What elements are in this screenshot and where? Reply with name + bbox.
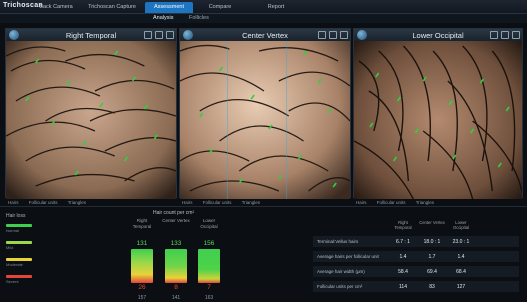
legend-item: Severe [6,275,52,292]
hair-loss-legend: Hair loss Normal Mild Moderate Severe [6,213,52,292]
stats-label: Follicular units per cm² [317,284,363,289]
subtab-follicles[interactable]: Follicles [189,15,209,21]
follicles-toggle[interactable]: Follicular units [377,200,406,205]
subtab-analysis[interactable]: Analysis [153,15,173,21]
trichoscopy-image[interactable] [6,41,176,199]
legend-text: Severe [6,279,19,284]
legend-text: Moderate [6,262,23,267]
tab-trichoscan-capture[interactable]: Trichoscan Capture [82,2,142,13]
stats-value: 6.7 : 1 [396,239,410,245]
terminal-count: 156 [203,240,215,247]
panel-header: Center Vertex [180,29,350,41]
legend-swatch [6,241,32,244]
hairs-toggle[interactable]: Hairs [356,200,367,205]
expand-icon[interactable] [340,31,348,39]
legend-swatch [6,275,32,278]
settings-icon[interactable] [155,31,163,39]
hairs-toggle[interactable]: Hairs [8,200,19,205]
stats-row: Average hairs per follicular unit 1.4 1.… [313,251,519,262]
column-header: Center Vertex [162,218,190,223]
follicles-toggle[interactable]: Follicular units [203,200,232,205]
legend-item: Moderate [6,258,52,275]
hair-density-bar [198,249,220,283]
stats-value: 1.7 [428,254,436,260]
stats-column-header: Lower Occipital [452,220,470,230]
stats-row: Average hair width (μm) 58.4 69.4 68.4 [313,266,519,277]
stats-row: Terminal:Vellus hairs 6.7 : 1 18.0 : 1 2… [313,236,519,247]
stats-value: 58.4 [398,269,408,275]
legend-text: Mild [6,245,14,250]
tab-assessment[interactable]: Assessment [145,2,193,13]
legend-item: Mild [6,241,52,258]
legend-title: Hair loss [6,213,26,219]
vellus-count: 26 [138,284,146,291]
total-count: 157 [137,295,147,301]
legend-swatch [6,224,32,227]
triangles-toggle[interactable]: Triangles [416,200,434,205]
triangles-toggle[interactable]: Triangles [68,200,86,205]
follicles-toggle[interactable]: Follicular units [29,200,58,205]
legend-item: Normal [6,224,52,241]
stats-value: 83 [429,284,435,290]
expand-icon[interactable] [512,31,520,39]
settings-icon[interactable] [329,31,337,39]
tab-compare[interactable]: Compare [198,2,242,13]
stats-column-header: Right Temporal [394,220,412,230]
sub-navigation-bar: Analysis Follicles [0,14,527,23]
hair-count-title: Hair count per cm² [153,210,195,216]
image-panel-center-vertex: Center Vertex [179,28,351,199]
stats-value: 23.0 : 1 [452,239,470,245]
hair-density-bar [131,249,153,283]
stats-value: 68.4 [456,269,466,275]
edit-icon[interactable] [318,31,326,39]
stats-label: Average hairs per follicular unit [317,254,379,259]
legend-text: Normal [6,228,19,233]
image-panel-right-temporal: Right Temporal [5,28,177,199]
edit-icon[interactable] [490,31,498,39]
stats-row: Follicular units per cm² 114 83 127 [313,281,519,292]
stats-value: 114 [399,284,407,290]
hairs-toggle[interactable]: Hairs [182,200,193,205]
total-count: 141 [171,295,181,301]
stats-value: 69.4 [427,269,437,275]
expand-icon[interactable] [166,31,174,39]
stats-value: 1.4 [399,254,407,260]
trichoscopy-image[interactable] [180,41,350,199]
panel-header: Right Temporal [6,29,176,41]
stats-value: 18.0 : 1 [423,239,441,245]
trichoscopy-image[interactable] [354,41,522,199]
column-header: Lower Occipital [200,218,218,229]
column-header: Right Temporal [132,218,152,229]
legend-swatch [6,258,32,261]
edit-icon[interactable] [144,31,152,39]
stats-value: 1.4 [457,254,465,260]
stats-label: Average hair width (μm) [317,269,365,274]
top-navigation-bar: Trichoscan Back Camera Trichoscan Captur… [0,0,527,14]
panel-header: Lower Occipital [354,29,522,41]
stats-column-header: Center Vertex [419,220,445,225]
total-count: 163 [204,295,214,301]
tab-report[interactable]: Report [254,2,298,13]
triangles-toggle[interactable]: Triangles [242,200,260,205]
divider [0,206,527,207]
vellus-count: 7 [207,284,211,291]
terminal-count: 133 [170,240,182,247]
tab-back-camera[interactable]: Back Camera [36,2,76,13]
stats-label: Terminal:Vellus hairs [317,239,359,244]
stats-value: 127 [456,284,466,290]
settings-icon[interactable] [501,31,509,39]
hair-density-bar [165,249,187,283]
terminal-count: 131 [136,240,148,247]
image-panel-lower-occipital: Lower Occipital [353,28,523,199]
vellus-count: 8 [174,284,178,291]
